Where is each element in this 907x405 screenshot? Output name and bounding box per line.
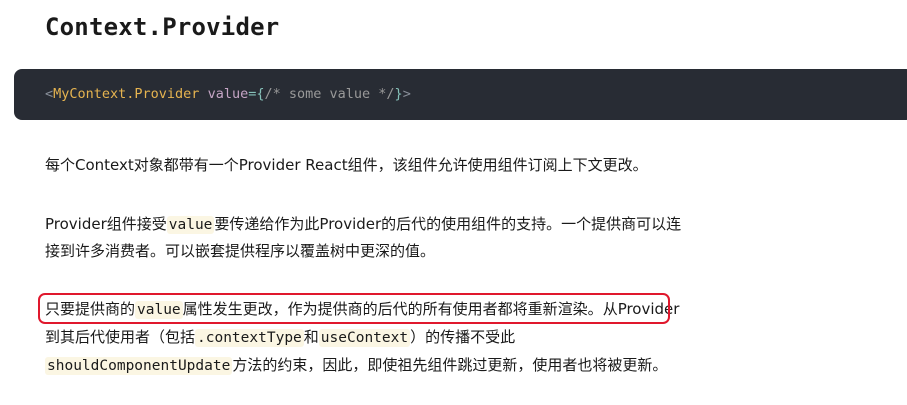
paragraph-text: 只要提供商的 [45, 300, 136, 318]
paragraph-provider-value-line2: 接到许多消费者。可以嵌套提供程序以覆盖树中更深的值。 [45, 242, 436, 260]
inline-code-contexttype: .contextType [195, 329, 304, 347]
page-title: Context.Provider [45, 13, 280, 41]
code-brace-close: } [394, 86, 403, 102]
code-open-bracket: < [45, 86, 54, 102]
code-attr-name: value [207, 86, 249, 102]
code-close-bracket: > [402, 86, 411, 102]
paragraph-text: 方法的约束，因此，即使祖先组件跳过更新，使用者也将被更新。 [232, 356, 668, 374]
paragraph-text: 和 [303, 328, 319, 346]
code-brace-open: ={ [248, 86, 265, 102]
paragraph-text: 到其后代使用者（包括 [45, 328, 196, 346]
paragraph-text: 属性发生更改，作为提供商的后代的所有使用者都将重新渲染。 [182, 300, 603, 318]
paragraph-intro: 每个Context对象都带有一个Provider React组件，该组件允许使用… [45, 156, 648, 174]
code-tag-name: MyContext.Provider [53, 86, 200, 102]
paragraph-text: Provider组件接受 [45, 215, 167, 233]
paragraph-provider-value-line1: Provider组件接受 value 要传递给作为此Provider的后代的使用组件… [45, 210, 681, 239]
paragraph-rerender-line2: 到其后代使用者（包括 .contextType 和 useContext ）的传播不受此 [45, 323, 515, 352]
paragraph-text: 从Provider [602, 300, 680, 318]
inline-code-value: value [166, 216, 215, 234]
inline-code-shouldcomponentupdate: shouldComponentUpdate [45, 357, 233, 375]
inline-code-value: value [135, 301, 183, 319]
paragraph-rerender-line3: shouldComponentUpdate 方法的约束，因此，即使祖先组件跳过更新… [45, 351, 667, 380]
inline-code-usecontext: useContext [318, 329, 411, 347]
paragraph-rerender-line1: 只要提供商的 value 属性发生更改，作为提供商的后代的所有使用者都将重新渲染。从… [45, 295, 679, 324]
paragraph-text: 要传递给作为此Provider的后代的使用组件的支持。一个提供商可以连 [214, 215, 682, 233]
paragraph-text: ）的传播不受此 [410, 328, 516, 346]
code-comment: /* some value */ [264, 86, 395, 102]
code-block: <MyContext.Provider value={/* some value… [14, 69, 907, 120]
